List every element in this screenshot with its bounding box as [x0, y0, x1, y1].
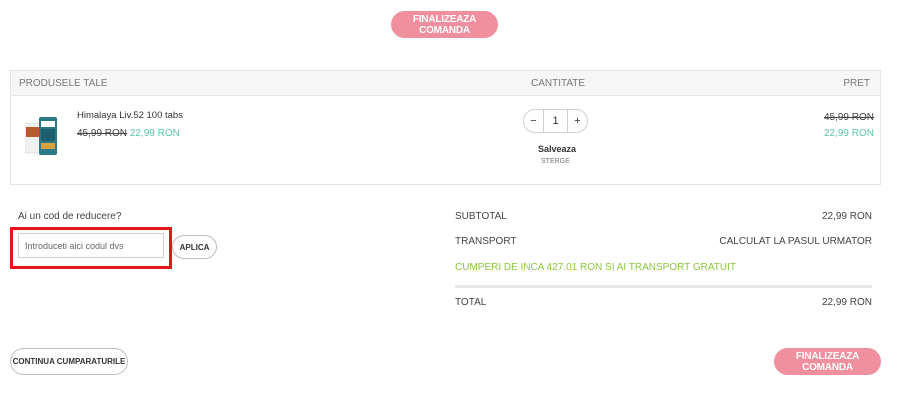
transport-label: TRANSPORT: [455, 236, 517, 247]
apply-discount-button[interactable]: APLICA: [172, 235, 217, 259]
cart-header: PRODUSELE TALE CANTITATE PRET: [11, 71, 880, 96]
subtotal-label: SUBTOTAL: [455, 211, 507, 222]
summary-divider: [455, 285, 872, 288]
header-products: PRODUSELE TALE: [19, 78, 108, 89]
transport-value: CALCULAT LA PASUL URMATOR: [719, 236, 872, 247]
quantity-stepper: − 1 +: [523, 109, 588, 133]
line-total-new: 22,99 RON: [823, 128, 874, 139]
cart-table: PRODUSELE TALE CANTITATE PRET Himalaya L…: [10, 70, 881, 185]
remove-item-link[interactable]: STERGE: [541, 158, 570, 165]
discount-label: Ai un cod de reducere?: [18, 211, 122, 222]
quantity-value[interactable]: 1: [544, 115, 567, 127]
checkout-button-bottom[interactable]: FINALIZEAZA COMANDA: [774, 348, 881, 375]
total-label: TOTAL: [455, 297, 487, 308]
decrease-quantity-button[interactable]: −: [524, 110, 544, 132]
line-total: 45,99 RON 22,99 RON: [824, 110, 874, 142]
save-for-later-link[interactable]: Salveaza: [538, 144, 576, 154]
product-prices: 45,99 RON 22,99 RON: [77, 128, 180, 139]
product-new-price: 22,99 RON: [129, 128, 180, 139]
highlight-box: [10, 227, 172, 269]
free-shipping-message: CUMPERI DE INCA 427.01 RON SI AI TRANSPO…: [455, 262, 736, 273]
checkout-button-top[interactable]: FINALIZEAZA COMANDA: [391, 11, 498, 38]
subtotal-value: 22,99 RON: [821, 211, 872, 222]
product-name[interactable]: Himalaya Liv.52 100 tabs: [77, 110, 183, 121]
continue-shopping-button[interactable]: CONTINUA CUMPARATURILE: [10, 348, 128, 375]
product-old-price: 45,99 RON: [77, 128, 128, 139]
header-quantity: CANTITATE: [531, 78, 586, 89]
increase-quantity-button[interactable]: +: [567, 110, 587, 132]
total-value: 22,99 RON: [821, 297, 872, 308]
line-total-old: 45,99 RON: [823, 112, 874, 123]
header-price: PRET: [843, 78, 870, 89]
product-image[interactable]: [25, 113, 59, 159]
